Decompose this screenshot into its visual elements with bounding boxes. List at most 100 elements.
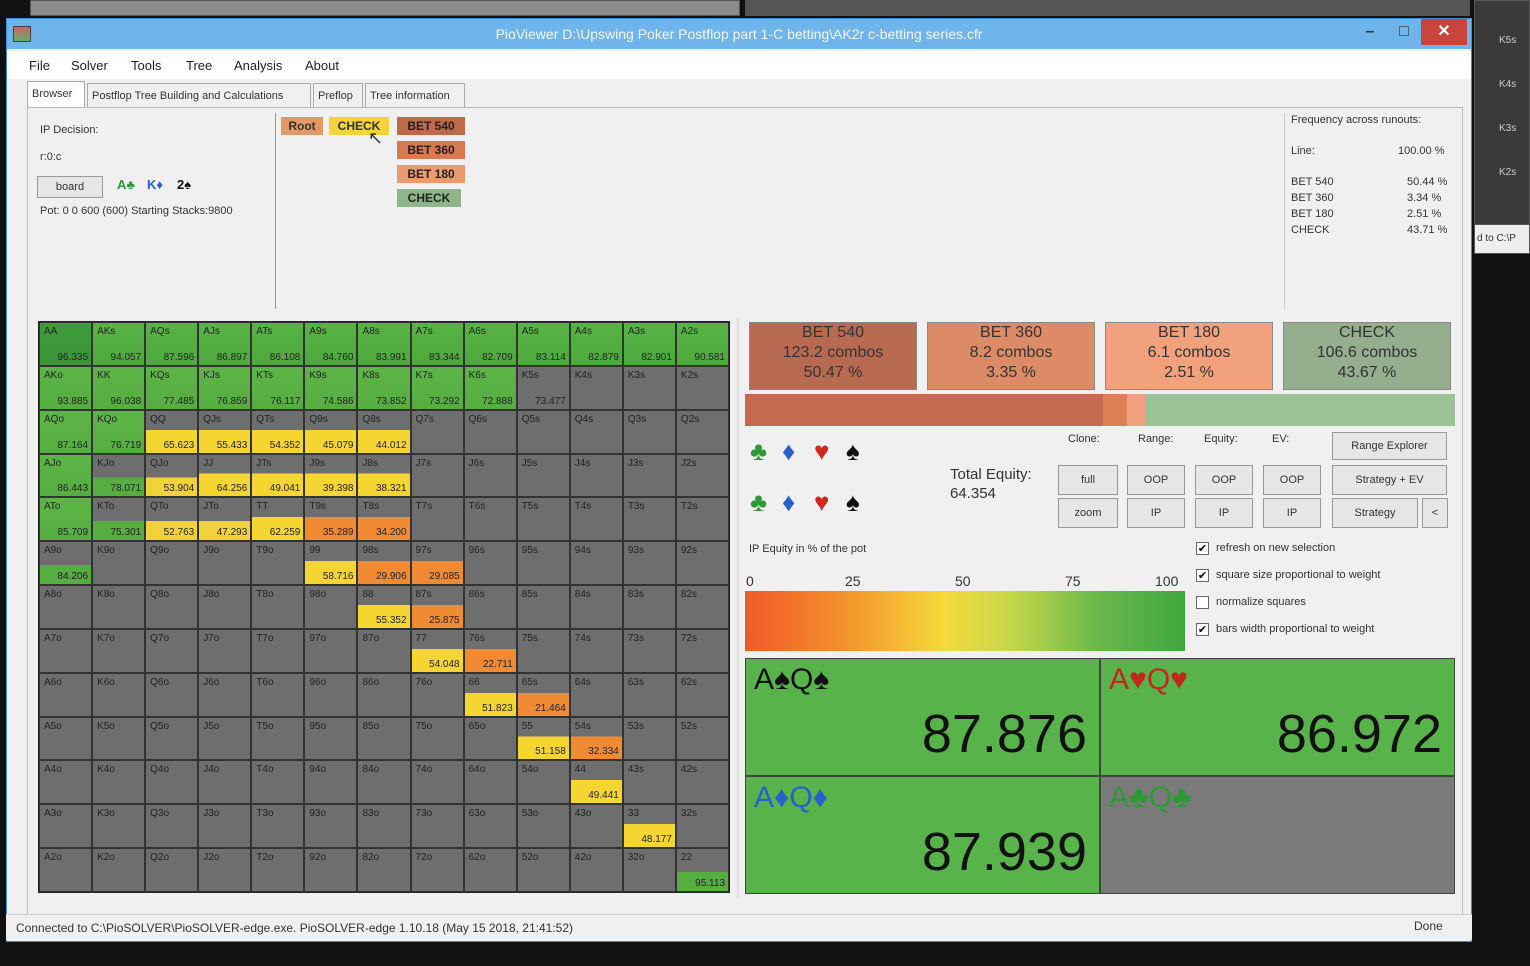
hand-cell[interactable]: T3s: [622, 497, 676, 542]
hand-cell[interactable]: T7o: [251, 628, 305, 673]
hand-cell[interactable]: 75o: [410, 716, 464, 761]
hand-cell[interactable]: 83o: [357, 804, 411, 849]
hand-cell[interactable]: KJs 76.859: [198, 365, 252, 410]
hand-cell[interactable]: 42s: [675, 760, 729, 805]
hand-cell[interactable]: 84s: [569, 585, 623, 629]
hand-cell[interactable]: J5o: [198, 716, 252, 761]
hand-cell[interactable]: Q4o: [145, 760, 199, 805]
hand-cell[interactable]: A4s 82.879: [569, 322, 623, 366]
hand-cell[interactable]: 99 58.716: [304, 541, 358, 586]
hand-cell[interactable]: 88 55.352: [357, 585, 411, 629]
hand-cell[interactable]: K3s: [622, 365, 676, 410]
hand-cell[interactable]: KQo 76.719: [92, 409, 146, 454]
hand-cell[interactable]: 98o: [304, 585, 358, 629]
hand-cell[interactable]: AQs 87.596: [145, 322, 199, 366]
hearts-icon[interactable]: ♥: [814, 487, 829, 518]
hand-equity-tile[interactable]: A♠Q♠ 87.876: [745, 658, 1100, 776]
action-box[interactable]: CHECK 106.6 combos 43.67 %: [1283, 322, 1451, 390]
option-checkbox[interactable]: [1196, 596, 1209, 609]
hand-cell[interactable]: QTo 52.763: [145, 497, 199, 542]
hand-cell[interactable]: 92s: [675, 541, 729, 586]
maximize-button[interactable]: □: [1387, 19, 1421, 45]
hand-cell[interactable]: 55 51.158: [516, 716, 570, 761]
hand-cell[interactable]: Q6s: [463, 409, 517, 454]
hand-cell[interactable]: ATo 85.709: [39, 497, 93, 542]
hand-cell[interactable]: K6o: [92, 672, 146, 717]
diamonds-icon[interactable]: ♦: [782, 436, 795, 467]
hand-cell[interactable]: J6s: [463, 453, 517, 498]
hand-cell[interactable]: A9o 84.206: [39, 541, 93, 586]
hand-cell[interactable]: J4s: [569, 453, 623, 498]
tab-browser[interactable]: Browser: [27, 81, 85, 107]
hand-cell[interactable]: 95o: [304, 716, 358, 761]
action-box[interactable]: BET 540 123.2 combos 50.47 %: [749, 322, 917, 390]
clubs-icon[interactable]: ♣: [750, 487, 767, 518]
hand-cell[interactable]: T9o: [251, 541, 305, 586]
hand-cell[interactable]: Q5o: [145, 716, 199, 761]
hand-cell[interactable]: J3s: [622, 453, 676, 498]
hand-cell[interactable]: K8s 73.852: [357, 365, 411, 410]
hand-cell[interactable]: A9s 84.760: [304, 322, 358, 366]
hand-cell[interactable]: 73s: [622, 628, 676, 673]
hand-cell[interactable]: 22 95.113: [675, 848, 729, 892]
hand-cell[interactable]: 77 54.048: [410, 628, 464, 673]
spades-icon[interactable]: ♠: [846, 436, 860, 467]
hand-cell[interactable]: JTs 49.041: [251, 453, 305, 498]
hand-cell[interactable]: K4o: [92, 760, 146, 805]
back-button[interactable]: <: [1422, 498, 1448, 528]
hand-cell[interactable]: T4s: [569, 497, 623, 542]
tree-node-check-2[interactable]: CHECK: [397, 189, 461, 207]
hand-cell[interactable]: K6s 72.888: [463, 365, 517, 410]
range-ip-button[interactable]: IP: [1127, 498, 1185, 528]
hand-cell[interactable]: ATs 86.108: [251, 322, 305, 366]
hand-cell[interactable]: 42o: [569, 848, 623, 892]
hand-cell[interactable]: T8s 34.200: [357, 497, 411, 542]
hand-cell[interactable]: AKs 94.057: [92, 322, 146, 366]
hand-cell[interactable]: Q9s 45.079: [304, 409, 358, 454]
action-box[interactable]: BET 360 8.2 combos 3.35 %: [927, 322, 1095, 390]
hand-cell[interactable]: 66 51.823: [463, 672, 517, 717]
hand-cell[interactable]: J9o: [198, 541, 252, 586]
ev-ip-button[interactable]: IP: [1263, 498, 1321, 528]
hand-cell[interactable]: K7s 73.292: [410, 365, 464, 410]
hand-cell[interactable]: K2s: [675, 365, 729, 410]
hand-equity-tile[interactable]: A♣Q♣: [1100, 776, 1455, 894]
strategy-button[interactable]: Strategy: [1332, 498, 1418, 528]
hand-cell[interactable]: 62o: [463, 848, 517, 892]
hand-cell[interactable]: 92o: [304, 848, 358, 892]
hand-cell[interactable]: A5s 83.114: [516, 322, 570, 366]
hand-cell[interactable]: A3s 82.901: [622, 322, 676, 366]
board-button[interactable]: board: [37, 176, 103, 198]
hand-cell[interactable]: K7o: [92, 628, 146, 673]
hand-cell[interactable]: 96o: [304, 672, 358, 717]
hand-cell[interactable]: 53s: [622, 716, 676, 761]
hand-cell[interactable]: A2s 90.581: [675, 322, 729, 366]
hand-cell[interactable]: AA 96.335: [39, 322, 93, 366]
hand-cell[interactable]: AKo 93.885: [39, 365, 93, 410]
hand-cell[interactable]: Q2o: [145, 848, 199, 892]
hand-cell[interactable]: 54s 32.334: [569, 716, 623, 761]
menu-tools[interactable]: Tools: [131, 58, 161, 73]
hand-cell[interactable]: 62s: [675, 672, 729, 717]
hand-cell[interactable]: 53o: [516, 804, 570, 849]
hand-cell[interactable]: A6o: [39, 672, 93, 717]
hand-cell[interactable]: 44 49.441: [569, 760, 623, 805]
option-checkbox[interactable]: ✔: [1196, 542, 1209, 555]
hand-cell[interactable]: K8o: [92, 585, 146, 629]
hand-cell[interactable]: KJo 78.071: [92, 453, 146, 498]
hand-cell[interactable]: 94s: [569, 541, 623, 586]
hand-cell[interactable]: JTo 47.293: [198, 497, 252, 542]
hand-cell[interactable]: Q4s: [569, 409, 623, 454]
hand-cell[interactable]: 85s: [516, 585, 570, 629]
hand-cell[interactable]: T2s: [675, 497, 729, 542]
hand-cell[interactable]: QQ 65.623: [145, 409, 199, 454]
hand-cell[interactable]: 32o: [622, 848, 676, 892]
hand-cell[interactable]: QJo 53.904: [145, 453, 199, 498]
hand-cell[interactable]: A5o: [39, 716, 93, 761]
hand-cell[interactable]: J5s: [516, 453, 570, 498]
hand-cell[interactable]: K4s: [569, 365, 623, 410]
hand-cell[interactable]: 52s: [675, 716, 729, 761]
hand-cell[interactable]: Q7o: [145, 628, 199, 673]
tree-node-bet-360[interactable]: BET 360: [397, 141, 465, 159]
hand-cell[interactable]: 96s: [463, 541, 517, 586]
